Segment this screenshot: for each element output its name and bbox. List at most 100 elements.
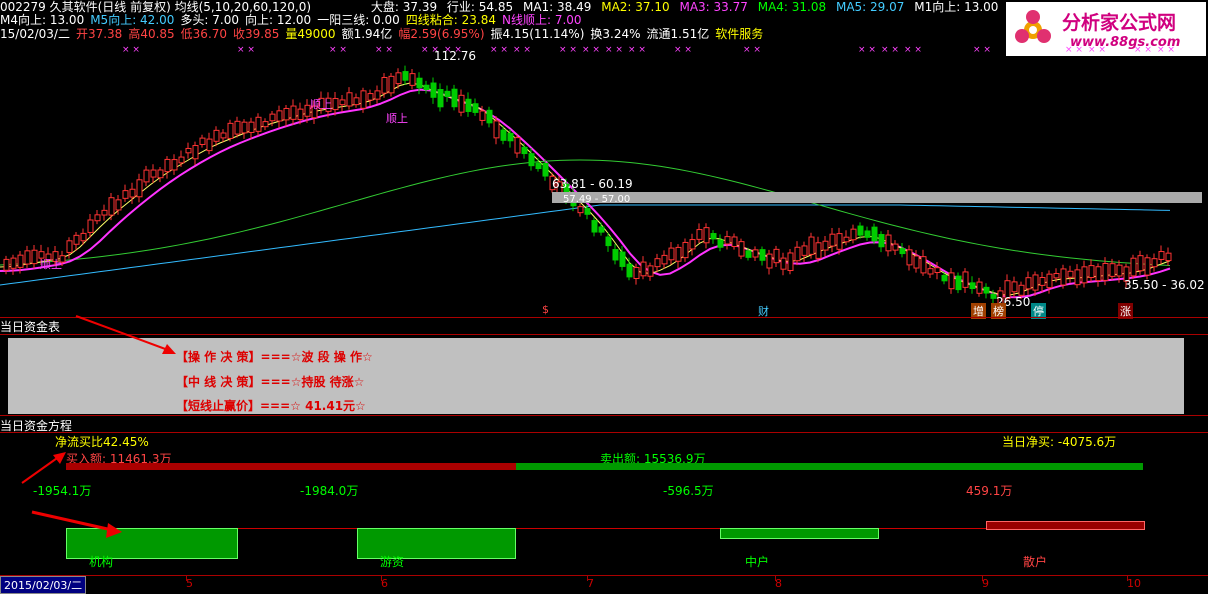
candlestick[interactable]	[178, 150, 185, 167]
candlestick[interactable]	[899, 243, 906, 258]
candlestick[interactable]	[514, 134, 521, 158]
candlestick[interactable]	[171, 154, 178, 175]
candlestick[interactable]	[906, 245, 913, 271]
candlestick[interactable]	[689, 233, 696, 256]
candlestick[interactable]	[759, 246, 766, 266]
candlestick[interactable]	[1067, 265, 1074, 284]
candlestick[interactable]	[290, 99, 297, 126]
candlestick[interactable]	[444, 85, 451, 102]
candlestick[interactable]	[122, 184, 129, 202]
candlestick[interactable]	[262, 118, 269, 130]
candlestick[interactable]	[339, 95, 346, 112]
candlestick[interactable]	[486, 106, 493, 128]
candlestick[interactable]	[752, 246, 759, 262]
candlestick[interactable]	[465, 92, 472, 117]
candlestick[interactable]	[640, 256, 647, 280]
candlestick[interactable]	[724, 230, 731, 250]
candlestick[interactable]	[766, 249, 773, 275]
candlestick[interactable]	[143, 165, 150, 187]
candlestick[interactable]	[808, 232, 815, 259]
candlestick[interactable]	[472, 98, 479, 116]
candlestick[interactable]	[423, 80, 430, 94]
candlestick[interactable]	[192, 141, 199, 166]
candlestick[interactable]	[402, 65, 409, 86]
candlestick[interactable]	[794, 241, 801, 266]
candlestick[interactable]	[213, 126, 220, 147]
candlestick[interactable]	[1158, 245, 1165, 265]
candlestick[interactable]	[1074, 264, 1081, 289]
candlestick[interactable]	[374, 85, 381, 104]
candlestick[interactable]	[934, 262, 941, 280]
candlestick[interactable]	[451, 84, 458, 111]
candlestick[interactable]	[388, 72, 395, 97]
candlestick[interactable]	[185, 142, 192, 159]
candlestick[interactable]	[1025, 271, 1032, 295]
candlestick[interactable]	[227, 119, 234, 142]
candlestick[interactable]	[276, 105, 283, 128]
candlestick[interactable]	[780, 252, 787, 276]
candlestick[interactable]	[136, 173, 143, 203]
candlestick[interactable]	[248, 117, 255, 140]
candlestick[interactable]	[241, 119, 248, 139]
candlestick[interactable]	[458, 89, 465, 117]
candlestick[interactable]	[199, 134, 206, 148]
candlestick[interactable]	[717, 234, 724, 252]
candlestick[interactable]	[619, 245, 626, 271]
event-marker[interactable]: $	[540, 303, 551, 316]
candlestick[interactable]	[1039, 271, 1046, 293]
candlestick[interactable]	[976, 277, 983, 297]
candlestick[interactable]	[381, 73, 388, 98]
candlestick[interactable]	[157, 166, 164, 183]
candlestick[interactable]	[1095, 263, 1102, 287]
candlestick[interactable]	[10, 254, 17, 275]
candlestick[interactable]	[703, 223, 710, 249]
candlestick[interactable]	[843, 230, 850, 246]
candlestick[interactable]	[983, 283, 990, 299]
candlestick[interactable]	[710, 230, 717, 244]
candlestick[interactable]	[31, 244, 38, 269]
candlestick[interactable]	[164, 156, 171, 179]
candlestick[interactable]	[668, 241, 675, 265]
candlestick[interactable]	[962, 268, 969, 293]
candlestick[interactable]	[682, 238, 689, 262]
candlestick[interactable]	[255, 113, 262, 136]
candlestick[interactable]	[598, 222, 605, 236]
candlestick[interactable]	[332, 92, 339, 116]
candlestick[interactable]	[430, 77, 437, 104]
candlestick[interactable]	[738, 238, 745, 260]
candlestick[interactable]	[437, 83, 444, 112]
candlestick[interactable]	[1081, 260, 1088, 288]
candlestick[interactable]	[1060, 264, 1067, 289]
candlestick[interactable]	[661, 250, 668, 269]
candlestick[interactable]	[1165, 247, 1172, 266]
candlestick[interactable]	[696, 223, 703, 244]
candlestick[interactable]	[731, 233, 738, 250]
candlestick[interactable]	[1151, 253, 1158, 272]
candlestick[interactable]	[535, 158, 542, 172]
candlestick[interactable]	[675, 244, 682, 269]
candlestick[interactable]	[955, 272, 962, 294]
candlestick[interactable]	[1088, 259, 1095, 282]
candlestick[interactable]	[612, 243, 619, 265]
candlestick[interactable]	[234, 116, 241, 138]
candlestick[interactable]	[409, 69, 416, 90]
candlestick[interactable]	[850, 224, 857, 244]
candlestick[interactable]	[353, 93, 360, 108]
candlestick[interactable]	[108, 192, 115, 221]
candlestick[interactable]	[885, 230, 892, 257]
candlestick[interactable]	[101, 204, 108, 221]
candlestick[interactable]	[94, 210, 101, 225]
candlestick[interactable]	[591, 217, 598, 237]
candlestick[interactable]	[367, 89, 374, 107]
candlestick[interactable]	[864, 226, 871, 241]
candlestick[interactable]	[787, 249, 794, 275]
candlestick[interactable]	[829, 227, 836, 253]
candlestick[interactable]	[871, 223, 878, 245]
candlestick[interactable]	[815, 236, 822, 263]
candlestick[interactable]	[878, 231, 885, 253]
candlestick[interactable]	[920, 249, 927, 276]
candlestick[interactable]	[1130, 254, 1137, 279]
candlestick[interactable]	[773, 245, 780, 267]
candlestick[interactable]	[857, 222, 864, 239]
candlestick[interactable]	[948, 267, 955, 294]
